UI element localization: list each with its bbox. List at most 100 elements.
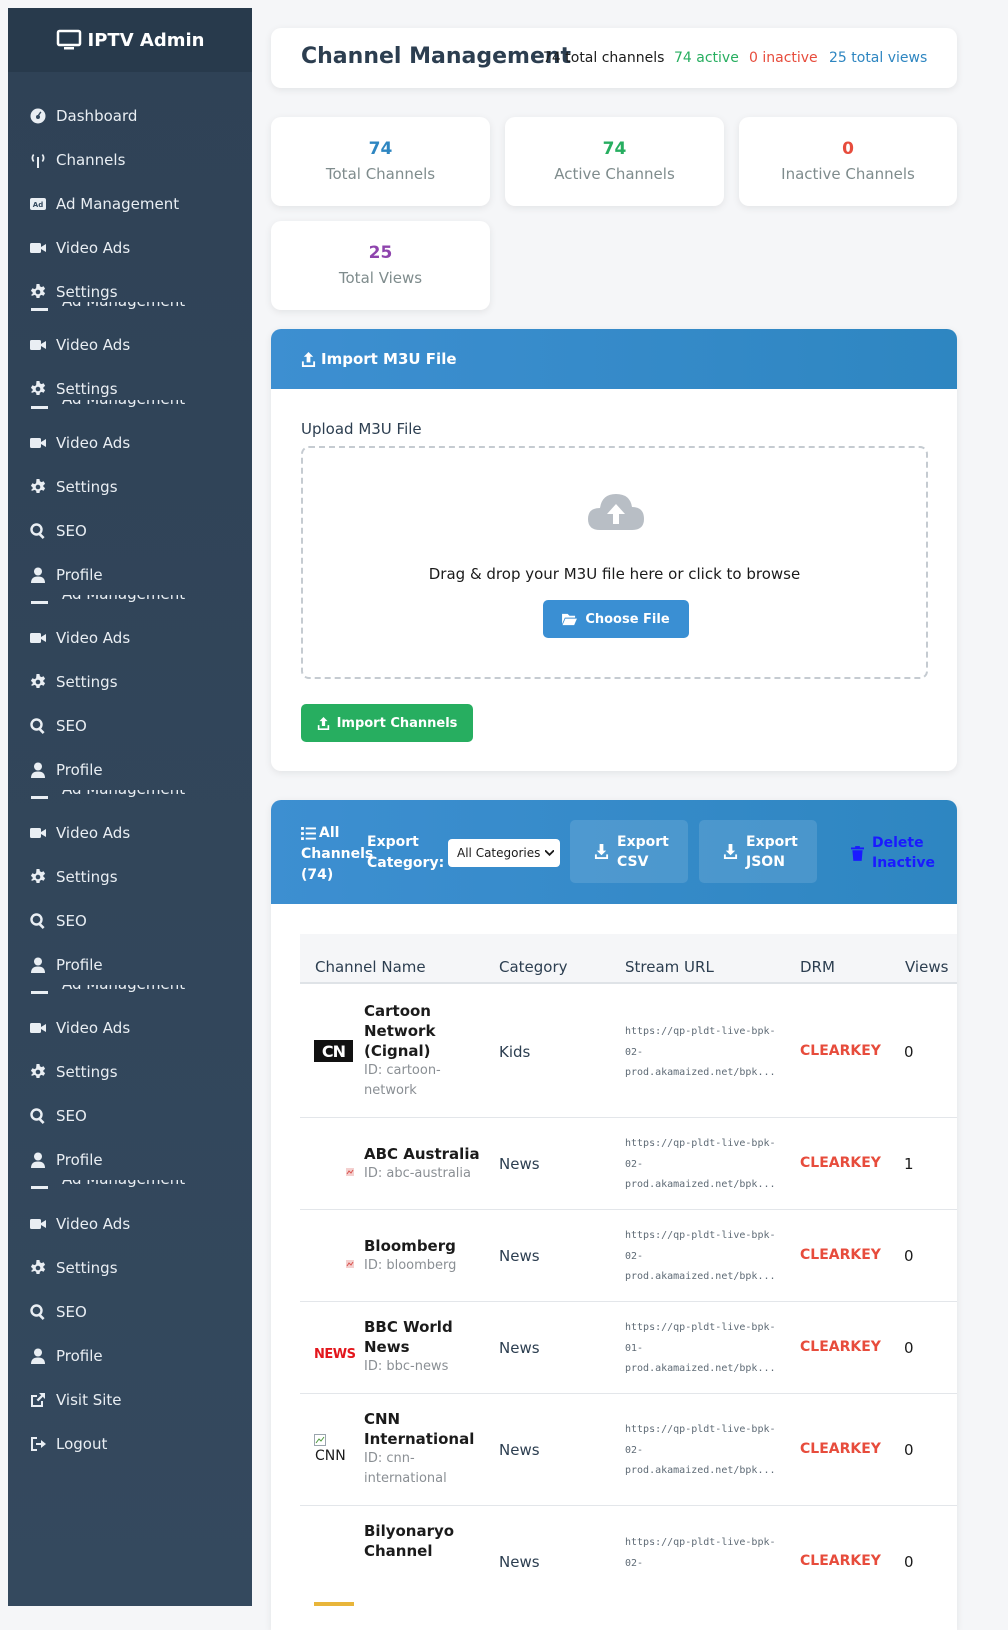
nav-label: SEO [56, 717, 87, 735]
glitch-fragment [31, 1186, 48, 1189]
stat-card-active: 74 Active Channels [505, 117, 724, 206]
search-icon [30, 523, 45, 539]
delete-inactive-button[interactable]: Delete Inactive [851, 833, 935, 873]
nav-video-ads[interactable]: Video Ads [8, 1202, 252, 1246]
import-channels-button[interactable]: Import Channels [301, 704, 473, 742]
glitch-fragment: Ad Management [62, 1180, 185, 1190]
drm-badge: CLEARKEY [800, 1247, 881, 1263]
export-csv-button[interactable]: Export CSV [570, 820, 688, 883]
import-panel: Import M3U File Upload M3U File Drag & d… [271, 329, 957, 771]
column-header-drm[interactable]: DRM [800, 958, 835, 976]
nav-profile[interactable]: Profile [8, 1138, 252, 1182]
nav-seo[interactable]: SEO [8, 704, 252, 748]
nav-settings[interactable]: Settings [8, 660, 252, 704]
stat-label: Inactive Channels [781, 165, 915, 183]
nav-seo[interactable]: SEO [8, 509, 252, 553]
nav-seo[interactable]: SEO [8, 1290, 252, 1334]
channel-logo: CN [314, 1040, 353, 1062]
export-json-button[interactable]: Export JSON [699, 820, 817, 883]
stat-label: Active Channels [554, 165, 675, 183]
video-icon [30, 1219, 46, 1229]
total-channels-text: 74 total channels [543, 50, 665, 66]
nav-label: Visit Site [56, 1391, 122, 1409]
glitch-fragment [31, 991, 48, 994]
nav-label: Video Ads [56, 239, 131, 257]
nav-video-ads[interactable]: Video Ads [8, 811, 252, 855]
glitch-fragment [31, 796, 48, 799]
table-row[interactable]: Bilyonaryo Channel News https://qp-pldt-… [300, 1506, 957, 1606]
gear-icon [30, 1260, 46, 1274]
external-link-icon [31, 1393, 45, 1407]
nav-video-ads[interactable]: Video Ads [8, 1006, 252, 1050]
stat-value: 0 [842, 139, 854, 159]
table-row[interactable]: CNN CNN International ID: cnn- internati… [300, 1394, 957, 1506]
nav-profile[interactable]: Profile [8, 553, 252, 597]
stat-value: 25 [368, 243, 393, 263]
nav-label: Settings [56, 478, 118, 496]
nav-video-ads[interactable]: Video Ads [8, 226, 252, 270]
category-select[interactable]: All Categories [448, 839, 560, 867]
search-icon [30, 1108, 45, 1124]
table-row[interactable]: CN Cartoon Network (Cignal) ID: cartoon-… [300, 986, 957, 1118]
channel-id: ID: cartoon- [364, 1063, 441, 1078]
nav-label: Settings [56, 868, 118, 886]
column-header-channel-name[interactable]: Channel Name [315, 958, 426, 976]
nav-label: Settings [56, 1259, 118, 1277]
table-row[interactable]: Bloomberg ID: bloomberg News https://qp-… [300, 1210, 957, 1302]
stream-url: https://qp-pldt-live-bpk- 02- prod.akamaiz… [625, 1424, 776, 1476]
nav-label: SEO [56, 522, 87, 540]
nav-label: Dashboard [56, 107, 138, 125]
nav-channels[interactable]: Channels [8, 138, 252, 182]
channel-category: News [499, 1247, 540, 1265]
nav-logout[interactable]: Logout [8, 1422, 252, 1466]
table-row[interactable]: NEWS BBC World News ID: bbc-news News ht… [300, 1302, 957, 1394]
import-panel-title: Import M3U File [321, 350, 457, 368]
nav-settings[interactable]: Settings [8, 855, 252, 899]
nav-profile[interactable]: Profile [8, 943, 252, 987]
nav-settings[interactable]: Settings [8, 465, 252, 509]
drm-badge: CLEARKEY [800, 1043, 881, 1059]
sidebar-brand[interactable]: IPTV Admin [8, 8, 252, 72]
nav-video-ads[interactable]: Video Ads [8, 616, 252, 660]
stat-card-inactive: 0 Inactive Channels [739, 117, 957, 206]
nav-label: Video Ads [56, 336, 131, 354]
download-icon [723, 844, 738, 859]
search-icon [30, 913, 45, 929]
user-icon [31, 1348, 45, 1364]
nav-seo[interactable]: SEO [8, 899, 252, 943]
choose-file-button[interactable]: Choose File [543, 600, 689, 638]
channel-name: CNN [364, 1410, 401, 1428]
column-header-category[interactable]: Category [499, 958, 568, 976]
column-header-views[interactable]: Views [905, 958, 948, 976]
table-row[interactable]: ABC Australia ID: abc-australia News htt… [300, 1118, 957, 1210]
svg-text:Ad: Ad [33, 201, 43, 209]
nav-visit-site[interactable]: Visit Site [8, 1378, 252, 1422]
nav-video-ads[interactable]: Video Ads [8, 421, 252, 465]
nav-seo[interactable]: SEO [8, 1094, 252, 1138]
nav-label: Profile [56, 956, 103, 974]
nav-label: Settings [56, 673, 118, 691]
stat-label: Total Channels [325, 165, 436, 183]
gear-icon [30, 381, 46, 395]
channel-id: ID: bloomberg [364, 1258, 457, 1273]
glitch-fragment [31, 308, 48, 311]
nav-video-ads[interactable]: Video Ads [8, 323, 252, 367]
stat-card-total: 74 Total Channels [271, 117, 490, 206]
nav-label: Channels [56, 151, 126, 169]
channel-logo: NEWS [314, 1347, 356, 1362]
gear-icon [30, 674, 46, 688]
upload-icon [301, 351, 316, 367]
nav-settings[interactable]: Settings [8, 1050, 252, 1094]
nav-label: Profile [56, 1151, 103, 1169]
nav-label: Logout [56, 1435, 108, 1453]
nav-settings[interactable]: Settings [8, 1246, 252, 1290]
file-dropzone[interactable]: Drag & drop your M3U file here or click … [301, 446, 928, 679]
column-header-stream-url[interactable]: Stream URL [625, 958, 714, 976]
nav-dashboard[interactable]: Dashboard [8, 94, 252, 138]
nav-ad-management[interactable]: Ad Ad Management [8, 182, 252, 226]
search-icon [30, 718, 45, 734]
nav-profile[interactable]: Profile [8, 1334, 252, 1378]
glitch-fragment: Ad Management [62, 595, 185, 605]
nav-profile[interactable]: Profile [8, 748, 252, 792]
stream-url: https://qp-pldt-live-bpk- 02- prod.akamaiz… [625, 1230, 776, 1282]
